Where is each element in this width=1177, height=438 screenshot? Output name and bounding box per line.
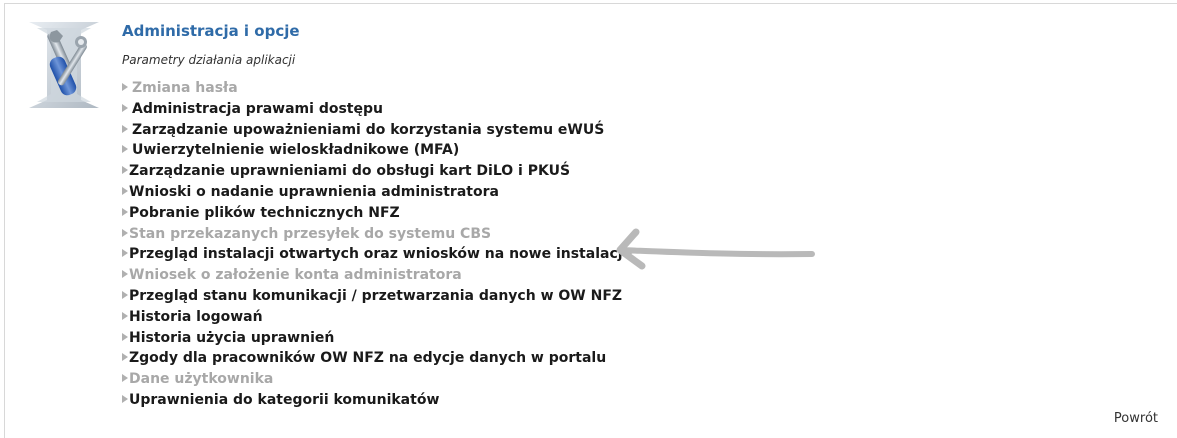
arrow-right-icon — [122, 228, 128, 237]
menu-item-przeglad-instalacji[interactable]: Przegląd instalacji otwartych oraz wnios… — [118, 244, 632, 265]
menu-item-label: Historia użycia uprawnień — [129, 329, 335, 346]
menu-item-label: Administracja prawami dostępu — [132, 100, 383, 117]
menu-item-label: Dane użytkownika — [129, 371, 274, 388]
left-border — [4, 3, 5, 438]
menu-item-wnioski-administratora[interactable]: Wnioski o nadanie uprawnienia administra… — [118, 182, 632, 203]
menu-item-label: Stan przekazanych przesyłek do systemu C… — [129, 225, 492, 242]
menu-item-pliki-techniczne[interactable]: Pobranie plików technicznych NFZ — [118, 203, 632, 224]
arrow-right-icon — [122, 249, 128, 258]
menu-item-dane-uzytkownika: Dane użytkownika — [118, 369, 632, 390]
menu-item-historia-logowan[interactable]: Historia logowań — [118, 307, 632, 328]
arrow-right-icon — [122, 186, 128, 195]
menu-item-label: Wnioski o nadanie uprawnienia administra… — [129, 183, 499, 200]
menu-item-administracja-prawami[interactable]: Administracja prawami dostępu — [118, 99, 632, 120]
arrow-right-icon — [122, 145, 128, 154]
section-title: Administracja i opcje — [122, 22, 300, 40]
menu-item-label: Pobranie plików technicznych NFZ — [129, 204, 400, 221]
menu-item-label: Przegląd stanu komunikacji / przetwarzan… — [129, 287, 623, 304]
menu-item-zgody-pracownikow[interactable]: Zgody dla pracowników OW NFZ na edycje d… — [118, 348, 632, 369]
menu-item-stan-przesylek-cbs: Stan przekazanych przesyłek do systemu C… — [118, 224, 632, 245]
annotation-arrow-icon — [616, 228, 815, 270]
menu-item-label: Uwierzytelnienie wieloskładnikowe (MFA) — [132, 142, 460, 159]
admin-panel: Administracja i opcje Parametry działani… — [0, 0, 1177, 438]
back-link[interactable]: Powrót — [1114, 411, 1158, 426]
arrow-right-icon — [122, 332, 128, 341]
section-subtitle: Parametry działania aplikacji — [122, 53, 296, 67]
menu-item-label: Uprawnienia do kategorii komunikatów — [129, 391, 440, 408]
arrow-right-icon — [122, 374, 128, 383]
arrow-right-icon — [122, 124, 128, 133]
menu-item-stan-komunikacji[interactable]: Przegląd stanu komunikacji / przetwarzan… — [118, 286, 632, 307]
arrow-right-icon — [122, 166, 128, 175]
menu-item-label: Zarządzanie uprawnieniami do obsługi kar… — [129, 163, 571, 180]
admin-menu: Zmiana hasła Administracja prawami dostę… — [118, 78, 632, 411]
admin-tools-icon — [29, 22, 99, 108]
top-border — [4, 3, 1177, 4]
arrow-right-icon — [122, 353, 128, 362]
menu-item-label: Przegląd instalacji otwartych oraz wnios… — [129, 246, 633, 263]
menu-item-upowaznienia-ewus[interactable]: Zarządzanie upoważnieniami do korzystani… — [118, 120, 632, 141]
arrow-right-icon — [122, 394, 128, 403]
arrow-right-icon — [122, 290, 128, 299]
menu-item-label: Historia logowań — [129, 308, 263, 325]
menu-item-label: Zarządzanie upoważnieniami do korzystani… — [132, 121, 605, 138]
arrow-right-icon — [122, 311, 128, 320]
menu-item-kategorie-komunikatow[interactable]: Uprawnienia do kategorii komunikatów — [118, 390, 632, 411]
menu-item-zmiana-hasla: Zmiana hasła — [118, 78, 632, 99]
menu-item-label: Wniosek o założenie konta administratora — [129, 267, 462, 284]
arrow-right-icon — [122, 207, 128, 216]
arrow-right-icon — [122, 103, 128, 112]
menu-item-karty-dilo-pkus[interactable]: Zarządzanie uprawnieniami do obsługi kar… — [118, 161, 632, 182]
arrow-right-icon — [122, 83, 128, 91]
arrow-right-icon — [122, 270, 128, 279]
menu-item-wniosek-konto-administratora: Wniosek o założenie konta administratora — [118, 265, 632, 286]
menu-item-label: Zgody dla pracowników OW NFZ na edycje d… — [129, 350, 607, 367]
menu-item-label: Zmiana hasła — [132, 80, 238, 96]
menu-item-historia-uprawnien[interactable]: Historia użycia uprawnień — [118, 328, 632, 349]
menu-item-mfa[interactable]: Uwierzytelnienie wieloskładnikowe (MFA) — [118, 140, 632, 161]
